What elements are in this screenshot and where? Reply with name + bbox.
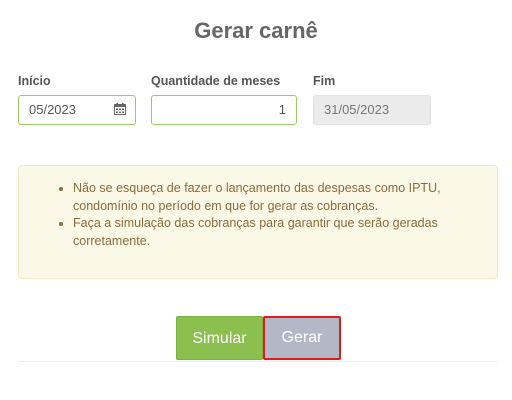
fim-label: Fim bbox=[313, 74, 336, 88]
footer-divider bbox=[18, 361, 498, 362]
simular-button[interactable]: Simular bbox=[176, 316, 263, 360]
alert-item-simulacao: Faça a simulação das cobranças para gara… bbox=[73, 215, 481, 250]
calendar-icon[interactable] bbox=[114, 103, 126, 115]
inicio-label: Início bbox=[18, 74, 51, 88]
fim-value: 31/05/2023 bbox=[324, 102, 390, 117]
quantidade-label: Quantidade de meses bbox=[151, 74, 281, 88]
inicio-input[interactable]: 05/2023 bbox=[18, 95, 136, 125]
warning-alert: Não se esqueça de fazer o lançamento das… bbox=[18, 165, 498, 279]
quantidade-input[interactable]: 1 bbox=[151, 95, 297, 125]
gerar-button[interactable]: Gerar bbox=[263, 316, 341, 360]
quantidade-value: 1 bbox=[278, 102, 286, 117]
page-title: Gerar carnê bbox=[194, 18, 318, 43]
alert-item-iptu: Não se esqueça de fazer o lançamento das… bbox=[73, 180, 481, 215]
inicio-value: 05/2023 bbox=[29, 102, 76, 117]
alert-list: Não se esqueça de fazer o lançamento das… bbox=[19, 166, 497, 250]
fim-input: 31/05/2023 bbox=[313, 95, 431, 125]
